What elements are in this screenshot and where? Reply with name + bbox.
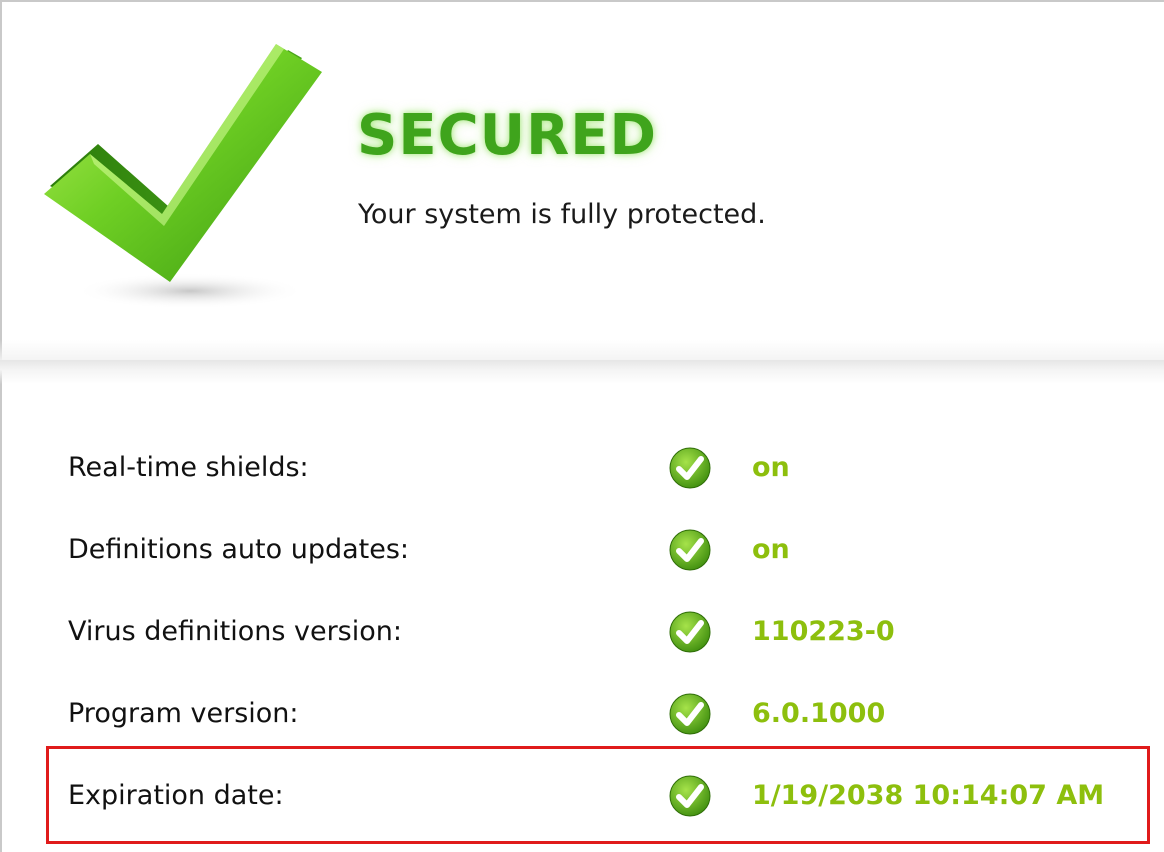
- info-row-program-version: Program version: 6.0.1000: [0, 684, 1164, 744]
- green-check-icon: [669, 447, 711, 489]
- green-check-icon: [669, 611, 711, 653]
- info-label: Program version:: [68, 698, 299, 729]
- info-row-definitions-auto-updates: Definitions auto updates: on: [0, 520, 1164, 580]
- info-row-realtime-shields: Real-time shields: on: [0, 438, 1164, 498]
- section-divider-fade: [0, 340, 1164, 362]
- expiration-highlight-box: [46, 746, 1150, 844]
- info-value: 110223-0: [752, 616, 895, 647]
- status-title: SECURED: [357, 103, 658, 168]
- info-row-virus-definitions-version: Virus definitions version: 110223-0: [0, 602, 1164, 662]
- section-divider: [0, 360, 1164, 384]
- green-check-icon: [669, 529, 711, 571]
- info-value: 6.0.1000: [752, 698, 886, 729]
- info-label: Real-time shields:: [68, 452, 309, 483]
- info-value: on: [752, 452, 790, 483]
- green-check-icon: [669, 693, 711, 735]
- info-label: Definitions auto updates:: [68, 534, 410, 565]
- big-green-checkmark-icon: [44, 44, 322, 309]
- info-value: on: [752, 534, 790, 565]
- status-subtitle: Your system is fully protected.: [358, 199, 766, 230]
- info-label: Virus definitions version:: [68, 616, 402, 647]
